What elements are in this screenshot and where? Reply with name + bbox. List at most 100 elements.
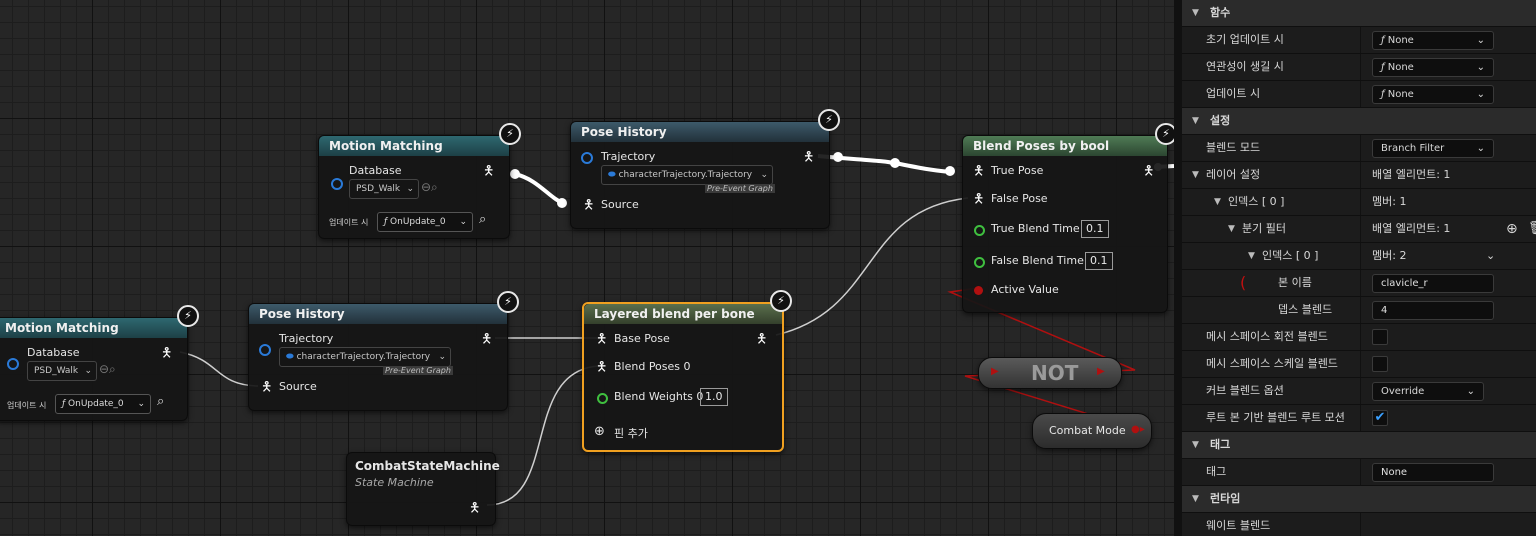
output-pin-icon[interactable]: ●▸ [1131, 424, 1145, 435]
bone-name-input[interactable]: clavicle_r [1372, 274, 1494, 293]
trash-icon[interactable]: 🗑 [1528, 216, 1536, 242]
row-blend-depth: 뎁스 블렌드 4 [1182, 297, 1536, 324]
person-pose-icon[interactable]: 🯅 [973, 190, 984, 212]
chevron-down-icon: ⌄ [84, 366, 92, 376]
true-blend-time-input[interactable]: 0.1 [1081, 220, 1109, 238]
person-pose-icon[interactable]: 🯅 [756, 330, 767, 352]
section-runtime[interactable]: ▼ 런타임 [1182, 486, 1536, 513]
not-node[interactable]: ▶ NOT ▶ [978, 357, 1122, 389]
output-pin-icon[interactable]: ▶ [1097, 366, 1105, 377]
search-icon[interactable]: ⌕ [157, 394, 164, 409]
person-pose-icon[interactable]: 🯅 [469, 499, 480, 521]
blend-depth-input[interactable]: 4 [1372, 301, 1494, 320]
false-blend-time-input[interactable]: 0.1 [1085, 252, 1113, 270]
chevron-down-icon[interactable]: ▼ [1192, 432, 1199, 458]
section-settings[interactable]: ▼ 설정 [1182, 108, 1536, 135]
person-pose-icon[interactable]: 🯅 [596, 330, 607, 352]
database-label: Database [27, 346, 80, 359]
person-pose-icon[interactable]: 🯅 [483, 162, 494, 184]
row-index0: ▼ 인덱스 [ 0 ] 멤버: 1 [1182, 189, 1536, 216]
add-pin-button[interactable]: 핀 추가 [614, 425, 648, 441]
browse-icon[interactable]: ⊖⌕ [421, 180, 438, 195]
node-title: Pose History [249, 304, 507, 324]
on-update-combo[interactable]: ƒ OnUpdate_0 ⌄ [377, 212, 473, 232]
pose-history-node-mid[interactable]: Pose History Trajectory ⬬ characterTraje… [248, 303, 508, 411]
row-label: 뎁스 블렌드 [1278, 303, 1333, 316]
trajectory-pin[interactable] [259, 344, 271, 356]
database-combo[interactable]: PSD_Walk ⌄ [27, 361, 97, 381]
blend-poses-by-bool-node[interactable]: Blend Poses by bool 🯅 True Pose 🯅 🯅 Fals… [962, 135, 1168, 313]
wire-mm-left-to-ph-mid[interactable] [179, 351, 259, 387]
false-blend-time-pin[interactable] [974, 257, 985, 268]
combat-state-machine-node[interactable]: CombatStateMachine State Machine 🯅 [346, 452, 500, 526]
person-pose-icon[interactable]: 🯅 [161, 344, 172, 366]
variable-icon: ⬬ [286, 352, 297, 362]
becoming-relevant-combo[interactable]: ƒ None ⌄ [1372, 58, 1494, 77]
section-label: 함수 [1210, 6, 1231, 19]
blend-mode-combo[interactable]: Branch Filter ⌄ [1372, 139, 1494, 158]
row-initial-update: 초기 업데이트 시 ƒ None ⌄ [1182, 27, 1536, 54]
on-update-combo[interactable]: ƒ OnUpdate_0 ⌄ [55, 394, 151, 414]
section-label: 태그 [1210, 438, 1231, 451]
root-motion-checkbox[interactable]: ✔ [1372, 410, 1388, 426]
blend-weights-pin[interactable] [597, 393, 608, 404]
mesh-scale-checkbox[interactable] [1372, 356, 1388, 372]
person-pose-icon[interactable]: 🯅 [583, 196, 594, 218]
initial-update-combo[interactable]: ƒ None ⌄ [1372, 31, 1494, 50]
active-value-pin[interactable] [974, 286, 983, 295]
layered-blend-per-bone-node[interactable]: Layered blend per bone 🯅 Base Pose 🯅 🯅 B… [582, 302, 784, 452]
database-combo[interactable]: PSD_Walk ⌄ [349, 179, 419, 199]
chevron-down-icon[interactable]: ▼ [1192, 486, 1199, 512]
anim-graph-canvas[interactable]: Motion Matching Database PSD_Walk ⌄ ⊖⌕ 🯅 … [0, 0, 1174, 536]
node-title: Blend Poses by bool [963, 136, 1167, 156]
curve-blend-combo[interactable]: Override ⌄ [1372, 382, 1484, 401]
database-pin[interactable] [7, 358, 19, 370]
node-title: Pose History [571, 122, 829, 142]
person-pose-icon[interactable]: 🯅 [803, 148, 814, 170]
chevron-down-icon[interactable]: ▼ [1248, 243, 1255, 269]
chevron-down-icon[interactable]: ⌄ [1486, 243, 1495, 269]
trajectory-combo[interactable]: ⬬ characterTrajectory.Trajectory ⌄ [601, 165, 773, 185]
browse-icon[interactable]: ⊖⌕ [99, 362, 116, 377]
chevron-down-icon[interactable]: ▼ [1192, 0, 1199, 26]
combat-mode-variable-node[interactable]: Combat Mode ●▸ [1032, 413, 1152, 449]
motion-matching-node-left[interactable]: Motion Matching Database PSD_Walk ⌄ ⊖⌕ 🯅 … [0, 317, 188, 421]
state-machine-subtitle: State Machine [355, 476, 434, 489]
lightning-bolt-icon: ⚡ [818, 109, 840, 131]
section-functions[interactable]: ▼ 함수 [1182, 0, 1536, 27]
database-pin[interactable] [331, 178, 343, 190]
row-value: 멤버: 1 [1372, 195, 1407, 208]
person-pose-icon[interactable]: 🯅 [596, 358, 607, 380]
chevron-down-icon[interactable]: ▼ [1192, 162, 1199, 188]
true-blend-time-pin[interactable] [974, 225, 985, 236]
trajectory-pin[interactable] [581, 152, 593, 164]
person-pose-icon[interactable]: 🯅 [973, 162, 984, 184]
combo-value: None [1387, 89, 1414, 100]
input-pin-icon[interactable]: ▶ [991, 366, 999, 377]
section-tags[interactable]: ▼ 태그 [1182, 432, 1536, 459]
pose-history-node-top[interactable]: Pose History Trajectory ⬬ characterTraje… [570, 121, 830, 229]
chevron-down-icon: ⌄ [406, 184, 414, 194]
motion-matching-node-top[interactable]: Motion Matching Database PSD_Walk ⌄ ⊖⌕ 🯅 … [318, 135, 510, 239]
database-value: PSD_Walk [34, 366, 79, 376]
row-label: 본 이름 [1278, 276, 1312, 289]
row-index0-inner: ▼ 인덱스 [ 0 ] 멤버: 2 ⌄ [1182, 243, 1536, 270]
person-pose-icon[interactable]: 🯅 [1143, 162, 1154, 184]
person-pose-icon[interactable]: 🯅 [261, 378, 272, 400]
blend-weight-input[interactable]: 1.0 [700, 388, 728, 406]
true-pose-label: True Pose [991, 164, 1044, 177]
chevron-down-icon[interactable]: ▼ [1214, 189, 1221, 215]
chevron-down-icon[interactable]: ▼ [1228, 216, 1235, 242]
plus-circle-icon[interactable]: ⊕ [1506, 216, 1518, 242]
search-icon[interactable]: ⌕ [479, 212, 486, 227]
wire-mm-to-ph[interactable] [514, 172, 567, 206]
chevron-down-icon[interactable]: ▼ [1192, 108, 1199, 134]
plus-circle-icon[interactable]: ⊕ [594, 424, 605, 439]
pre-event-tag: Pre-Event Graph [705, 184, 775, 193]
tag-input[interactable]: None [1372, 463, 1494, 482]
on-update-combo[interactable]: ƒ None ⌄ [1372, 85, 1494, 104]
mesh-rotation-checkbox[interactable] [1372, 329, 1388, 345]
trajectory-combo[interactable]: ⬬ characterTrajectory.Trajectory ⌄ [279, 347, 451, 367]
person-pose-icon[interactable]: 🯅 [481, 330, 492, 352]
row-label: 인덱스 [ 0 ] [1262, 249, 1319, 262]
